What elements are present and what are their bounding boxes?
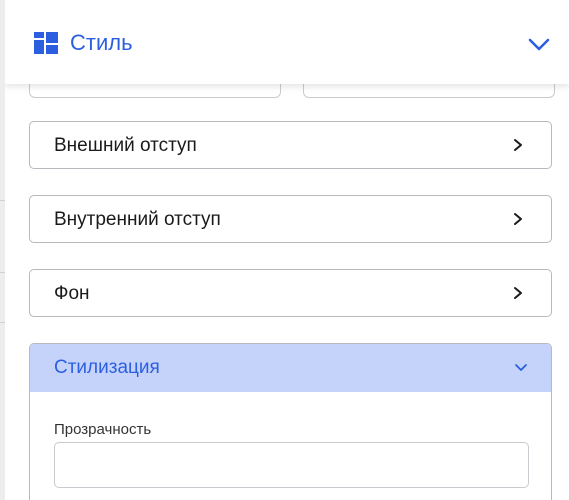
section-padding-label: Внутренний отступ: [54, 209, 221, 230]
chevron-right-icon: [511, 211, 525, 227]
panel-header[interactable]: Стиль: [5, 0, 569, 84]
layout-grid-icon: [34, 32, 58, 54]
section-margin-label: Внешний отступ: [54, 135, 197, 156]
section-styling: Стилизация Прозрачность: [29, 343, 552, 500]
chevron-down-icon[interactable]: [527, 34, 551, 54]
panel-title: Стиль: [70, 30, 133, 55]
opacity-label: Прозрачность: [54, 421, 152, 438]
opacity-input[interactable]: [54, 442, 529, 488]
chevron-right-icon: [511, 137, 525, 153]
style-panel: Стиль Внешний отступ Внутренний отступ Ф…: [5, 0, 569, 500]
section-styling-header[interactable]: Стилизация: [30, 344, 551, 392]
chevron-right-icon: [511, 285, 525, 301]
section-styling-label: Стилизация: [54, 357, 160, 378]
section-padding[interactable]: Внутренний отступ: [29, 195, 552, 243]
chevron-down-icon: [513, 361, 529, 375]
section-margin[interactable]: Внешний отступ: [29, 121, 552, 169]
section-background[interactable]: Фон: [29, 269, 552, 317]
section-background-label: Фон: [54, 283, 90, 304]
